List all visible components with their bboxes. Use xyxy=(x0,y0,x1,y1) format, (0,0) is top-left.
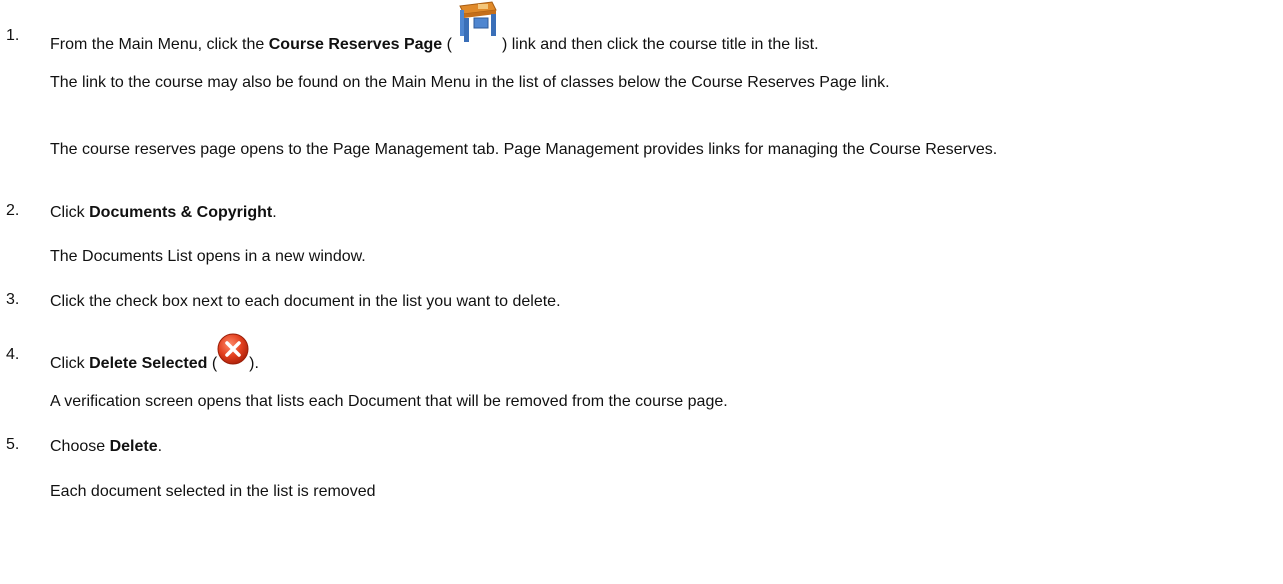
ui-term: Course Reserves Page xyxy=(268,36,443,53)
step-note: A verification screen opens that lists e… xyxy=(50,393,728,410)
step-instruction: From the Main Menu, click the Course Res… xyxy=(50,1,819,56)
delete-x-icon xyxy=(217,333,249,368)
desk-icon xyxy=(452,1,502,49)
step-number: 1. xyxy=(6,27,20,44)
ui-term: Delete Selected xyxy=(89,355,208,372)
step-instruction: Click Documents & Copyright. xyxy=(50,204,277,221)
ui-term: Documents & Copyright xyxy=(89,204,273,221)
step-note: The course reserves page opens to the Pa… xyxy=(50,141,998,158)
step-note: The Documents List opens in a new window… xyxy=(50,248,366,265)
step-note: The link to the course may also be found… xyxy=(50,74,890,91)
step-number: 3. xyxy=(6,291,20,308)
ui-term: Delete xyxy=(109,438,158,455)
step-number: 2. xyxy=(6,202,20,219)
step-note: Each document selected in the list is re… xyxy=(50,483,376,500)
step-number: 4. xyxy=(6,346,20,363)
step-number: 5. xyxy=(6,436,20,453)
step-instruction: Choose Delete. xyxy=(50,438,163,455)
step-instruction: Click Delete Selected ( ). xyxy=(50,333,259,375)
step-instruction: Click the check box next to each documen… xyxy=(50,293,561,310)
